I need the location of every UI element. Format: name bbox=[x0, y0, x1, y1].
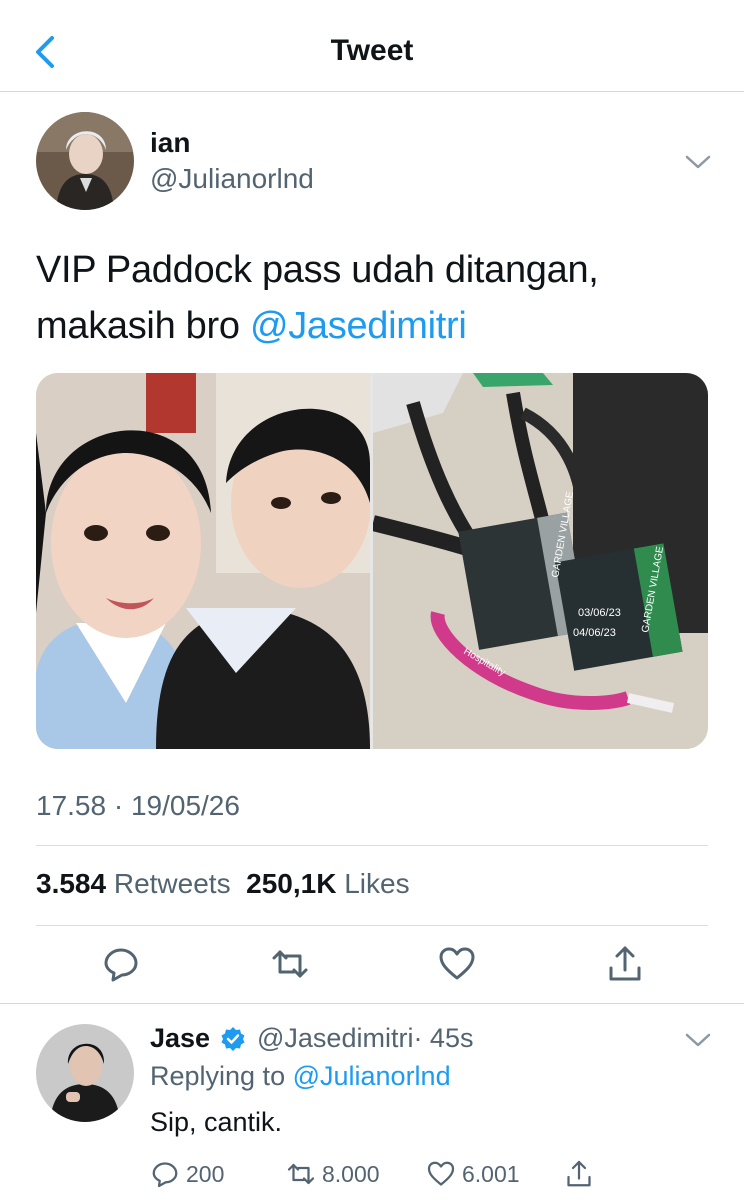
reply-like-button[interactable]: 6.001 bbox=[426, 1156, 520, 1192]
share-icon bbox=[609, 946, 641, 981]
verified-badge-icon bbox=[221, 1027, 245, 1051]
likes-stat[interactable]: 250,1K Likes bbox=[246, 868, 409, 899]
reply-actions: 200 8.000 6.001 bbox=[150, 1156, 710, 1192]
retweets-label: Retweets bbox=[113, 868, 231, 899]
reply-button[interactable] bbox=[101, 944, 141, 984]
reply-icon bbox=[104, 948, 138, 982]
tweet-text-line-2: makasih bro @Jasedimitri bbox=[36, 298, 716, 354]
author-avatar[interactable] bbox=[36, 112, 134, 210]
tweet-options-button[interactable] bbox=[684, 152, 712, 172]
reply-avatar[interactable] bbox=[36, 1024, 134, 1122]
reply-handle-text: @Jasedimitri bbox=[257, 1023, 414, 1053]
reply-retweet-button[interactable]: 8.000 bbox=[286, 1156, 380, 1192]
divider bbox=[36, 925, 708, 926]
author-name[interactable]: ian bbox=[150, 127, 190, 159]
reply-reply-button[interactable]: 200 bbox=[150, 1156, 224, 1192]
chevron-down-icon bbox=[685, 155, 711, 169]
pass-date-2: 04/06/23 bbox=[573, 627, 616, 639]
tweet-text-prefix: makasih bro bbox=[36, 305, 250, 347]
media-photo-selfie[interactable] bbox=[36, 373, 370, 749]
tweet-actions bbox=[0, 940, 744, 996]
reply-icon bbox=[152, 1162, 178, 1188]
like-icon bbox=[427, 1161, 455, 1186]
reply-like-count: 6.001 bbox=[462, 1160, 520, 1187]
replying-to-line: Replying to @Julianorlnd bbox=[150, 1061, 451, 1092]
author-handle[interactable]: @Julianorlnd bbox=[150, 163, 314, 195]
reply-retweet-count: 8.000 bbox=[322, 1160, 380, 1187]
pass-date-1: 03/06/23 bbox=[578, 607, 621, 619]
likes-label: Likes bbox=[344, 868, 410, 899]
like-icon bbox=[439, 947, 475, 980]
likes-count: 250,1K bbox=[246, 868, 337, 899]
reply-author-handle[interactable]: @Jasedimitri· 45s bbox=[257, 1023, 473, 1054]
share-icon bbox=[567, 1160, 591, 1187]
reply-share-button[interactable] bbox=[564, 1156, 600, 1192]
reply-options-button[interactable] bbox=[684, 1030, 712, 1050]
chevron-down-icon bbox=[685, 1033, 711, 1047]
tweet-text-line-1: VIP Paddock pass udah ditangan, bbox=[36, 249, 599, 291]
retweet-icon bbox=[287, 1163, 315, 1185]
reply-reply-count: 200 bbox=[186, 1160, 225, 1187]
tweet-timestamp: 17.58 · 19/05/26 bbox=[36, 790, 240, 821]
media-photo-passes[interactable]: 03/06/23 04/06/23 GARDEN VILLAGE GARDEN … bbox=[373, 373, 708, 749]
top-bar: Tweet bbox=[0, 0, 744, 92]
replying-to-mention[interactable]: @Julianorlnd bbox=[293, 1061, 451, 1091]
retweet-icon bbox=[272, 950, 308, 978]
share-button[interactable] bbox=[605, 944, 645, 984]
retweets-stat[interactable]: 3.584 Retweets bbox=[36, 868, 231, 899]
tweet-text: VIP Paddock pass udah ditangan, makasih … bbox=[36, 242, 716, 354]
section-separator bbox=[0, 1003, 744, 1004]
like-button[interactable] bbox=[437, 944, 477, 984]
retweet-button[interactable] bbox=[270, 944, 310, 984]
page-title: Tweet bbox=[330, 34, 414, 67]
verified-badge bbox=[220, 1026, 246, 1052]
tweet-media: 03/06/23 04/06/23 GARDEN VILLAGE GARDEN … bbox=[36, 373, 708, 749]
divider bbox=[36, 845, 708, 846]
reply-author-name[interactable]: Jase bbox=[150, 1023, 210, 1054]
reply-age: · 45s bbox=[413, 1023, 474, 1053]
replying-to-prefix: Replying to bbox=[150, 1061, 293, 1091]
reply-text: Sip, cantik. bbox=[150, 1107, 283, 1137]
retweets-count: 3.584 bbox=[36, 868, 107, 899]
mention-link[interactable]: @Jasedimitri bbox=[250, 305, 467, 347]
tweet-stats: 3.584 Retweets 250,1K Likes bbox=[36, 868, 410, 900]
